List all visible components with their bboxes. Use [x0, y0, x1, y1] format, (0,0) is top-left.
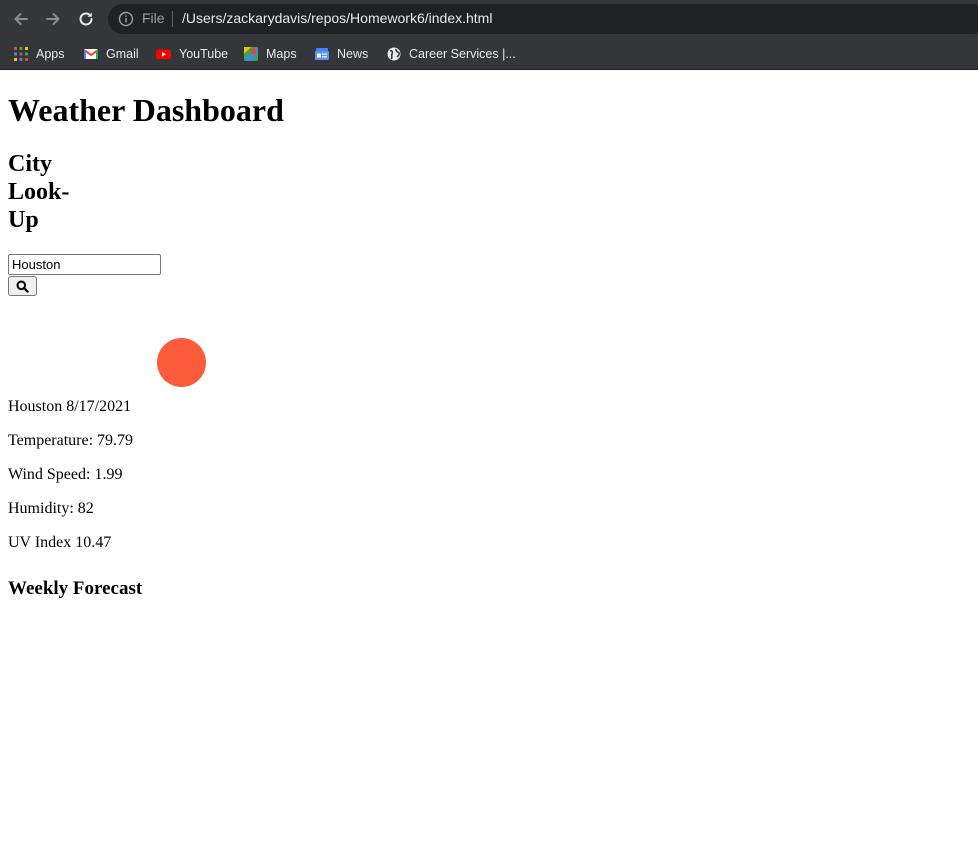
url-text[interactable]: /Users/zackarydavis/repos/Homework6/inde…: [182, 10, 492, 26]
bookmark-gmail[interactable]: Gmail: [84, 45, 139, 63]
news-icon: [315, 48, 329, 60]
arrow-right-icon: [46, 13, 60, 25]
temperature-value: Temperature: 79.79: [8, 432, 134, 449]
search-icon: [16, 280, 29, 293]
uv-index-value: UV Index 10.47: [8, 534, 112, 551]
globe-icon: [387, 47, 401, 61]
bookmark-label: Gmail: [106, 47, 139, 61]
gmail-icon: [84, 49, 98, 59]
arrow-left-icon: [14, 13, 28, 25]
address-bar[interactable]: File /Users/zackarydavis/repos/Homework6…: [108, 4, 978, 34]
bookmark-apps[interactable]: Apps: [14, 45, 65, 63]
city-search-input[interactable]: [8, 254, 161, 275]
maps-icon: [244, 47, 258, 61]
bookmark-maps[interactable]: Maps: [244, 45, 297, 63]
page-title: Weather Dashboard: [8, 92, 284, 128]
browser-toolbar: File /Users/zackarydavis/repos/Homework6…: [0, 0, 978, 37]
bookmark-label: News: [337, 47, 369, 61]
omnibox-separator: [172, 11, 173, 27]
bookmarks-bar: Apps Gmail YouTube Maps News Career Serv…: [0, 37, 978, 70]
bookmark-youtube[interactable]: YouTube: [156, 45, 228, 63]
reload-button[interactable]: [74, 7, 98, 31]
info-icon[interactable]: [118, 11, 134, 27]
wind-speed-value: Wind Speed: 1.99: [8, 466, 123, 483]
bookmark-label: Apps: [36, 47, 65, 61]
back-button[interactable]: [9, 7, 33, 31]
humidity-value: Humidity: 82: [8, 500, 94, 517]
bookmark-label: YouTube: [179, 47, 229, 61]
forward-button[interactable]: [41, 7, 65, 31]
search-button[interactable]: [8, 276, 37, 296]
sun-icon: [157, 338, 206, 387]
scheme-label: File: [142, 10, 165, 26]
bookmark-label: Career Services |...: [409, 47, 516, 61]
city-lookup-heading: City Look-Up: [8, 151, 70, 233]
apps-grid-icon: [14, 47, 28, 61]
bookmark-career-services[interactable]: Career Services |...: [387, 45, 516, 63]
bookmark-label: Maps: [266, 47, 297, 61]
weekly-forecast-heading: Weekly Forecast: [8, 578, 143, 599]
bookmark-news[interactable]: News: [315, 45, 368, 63]
reload-icon: [79, 12, 93, 26]
youtube-icon: [156, 49, 171, 59]
city-date: Houston 8/17/2021: [8, 398, 132, 415]
